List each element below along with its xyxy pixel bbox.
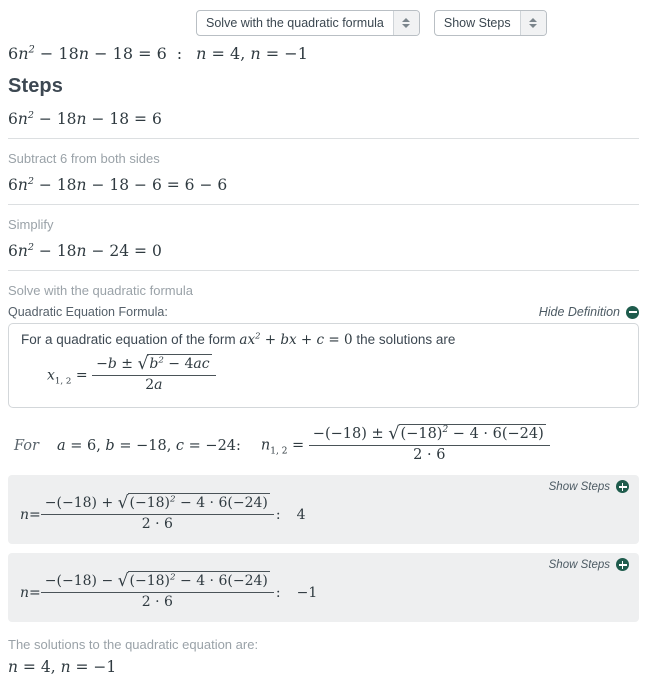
- definition-box: For a quadratic equation of the form ax2…: [8, 323, 639, 409]
- definition-header: Quadratic Equation Formula: Hide Definit…: [8, 304, 639, 323]
- show-steps-label: Show Steps: [548, 480, 610, 493]
- divider: [8, 270, 639, 271]
- plus-circle-icon[interactable]: [616, 480, 629, 494]
- definition-formula: x1, 2 = −b ± √b2 − 4ac 2a: [21, 352, 626, 397]
- step-label-subtract: Subtract 6 from both sides: [8, 151, 160, 166]
- answer-separator: :: [176, 44, 183, 63]
- final-solutions: n = 4, n = −1: [8, 658, 117, 677]
- step-initial-equation: 6n2 − 18n − 18 = 6: [8, 109, 162, 128]
- definition-general-form: ax2 + bx + c = 0: [239, 330, 353, 348]
- result-box-plus: Show Steps n = −(−18) + √(−18)2 − 4 · 6(…: [8, 475, 639, 545]
- chevron-down-icon: [529, 24, 538, 28]
- result-box-minus: Show Steps n = −(−18) − √(−18)2 − 4 · 6(…: [8, 553, 639, 623]
- hide-definition-button[interactable]: Hide Definition: [539, 305, 639, 319]
- step-expression-subtract: 6n2 − 18n − 18 − 6 = 6 − 6: [8, 175, 228, 194]
- divider: [8, 204, 639, 205]
- chevron-down-icon: [402, 24, 411, 28]
- result-value-minus: −1: [296, 584, 318, 601]
- show-steps-button[interactable]: Show Steps: [548, 558, 629, 572]
- hide-definition-label: Hide Definition: [538, 305, 620, 319]
- substitution-for-word: For: [14, 437, 39, 454]
- updown-spinner-icon[interactable]: [392, 11, 419, 35]
- plus-circle-icon[interactable]: [616, 558, 629, 572]
- answer-solutions: n = 4, n = −1: [196, 44, 308, 63]
- chevron-up-icon: [529, 18, 538, 22]
- definition-title: Quadratic Equation Formula:: [8, 305, 168, 319]
- minus-circle-icon[interactable]: [626, 305, 639, 319]
- toolbar: Solve with the quadratic formula Show St…: [0, 0, 647, 40]
- show-steps-button[interactable]: Show Steps: [548, 480, 629, 494]
- substitution-line: For a = 6, b = −18, c = −24: n1, 2 = −(−…: [8, 420, 639, 475]
- steps-title: Steps: [8, 75, 63, 97]
- answer-line: 6n2 − 18n − 18 = 6 : n = 4, n = −1: [8, 40, 639, 65]
- show-steps-select-value: Show Steps: [443, 16, 511, 30]
- result-expression-plus: n = −(−18) + √(−18)2 − 4 · 6(−24) 2 · 6:4: [20, 492, 306, 532]
- step-expression-simplify: 6n2 − 18n − 24 = 0: [8, 241, 162, 260]
- substitution-coefficients: a = 6, b = −18, c = −24:: [56, 437, 241, 454]
- method-select[interactable]: Solve with the quadratic formula: [196, 10, 420, 36]
- result-expression-minus: n = −(−18) − √(−18)2 − 4 · 6(−24) 2 · 6: −…: [20, 570, 318, 610]
- section-label-method: Solve with the quadratic formula: [8, 283, 193, 298]
- definition-text-before: For a quadratic equation of the form: [21, 332, 236, 347]
- show-steps-label: Show Steps: [548, 558, 610, 571]
- step-label-simplify: Simplify: [8, 217, 54, 232]
- divider: [8, 138, 639, 139]
- method-select-value: Solve with the quadratic formula: [206, 16, 384, 30]
- chevron-up-icon: [402, 18, 411, 22]
- substitution-formula: n1, 2 = −(−18) ± √(−18)2 − 4 · 6(−24) 2 ·…: [261, 423, 550, 465]
- content-area: 6n2 − 18n − 18 = 6 : n = 4, n = −1 Steps…: [0, 40, 647, 676]
- final-solutions-label: The solutions to the quadratic equation …: [8, 637, 259, 653]
- show-steps-select[interactable]: Show Steps: [433, 10, 547, 36]
- updown-spinner-icon[interactable]: [519, 11, 546, 35]
- definition-body-text: For a quadratic equation of the form ax2…: [21, 330, 626, 352]
- answer-equation: 6n2 − 18n − 18 = 6: [8, 44, 167, 63]
- definition-text-after: the solutions are: [356, 332, 456, 347]
- result-value-plus: 4: [296, 506, 306, 523]
